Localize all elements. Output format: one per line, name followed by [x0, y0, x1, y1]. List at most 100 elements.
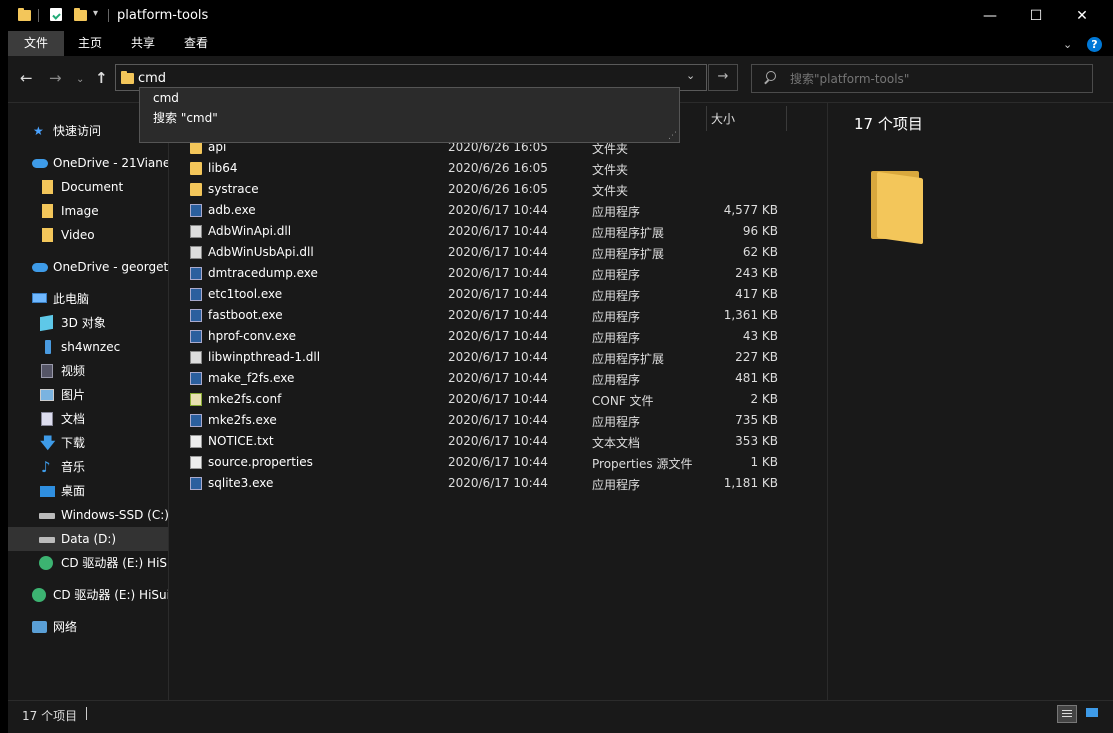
file-row[interactable]: lib64 2020/6/26 16:05 文件夹	[169, 158, 827, 179]
address-input[interactable]	[138, 69, 678, 87]
sidebar-item-drive-d[interactable]: Data (D:)	[8, 527, 168, 551]
new-folder-icon[interactable]	[74, 8, 87, 21]
go-button[interactable]: →	[708, 64, 738, 91]
dll-icon	[190, 246, 202, 259]
search-box[interactable]	[751, 64, 1093, 93]
minimize-button[interactable]: —	[967, 0, 1013, 31]
sidebar-item-music[interactable]: ♪ 音乐	[8, 455, 168, 479]
folder-icon	[42, 228, 53, 242]
download-icon: 🡇	[40, 434, 56, 452]
sidebar-item-document[interactable]: Document	[8, 175, 168, 199]
tab-file[interactable]: 文件	[8, 31, 64, 56]
column-divider[interactable]	[706, 106, 707, 131]
star-icon: ★	[33, 124, 44, 138]
large-icons-view-icon[interactable]	[1083, 705, 1103, 723]
sidebar-item-documents[interactable]: 文档	[8, 407, 168, 431]
qat-dropdown-icon[interactable]: ▾	[93, 8, 98, 19]
column-divider[interactable]	[786, 106, 787, 131]
address-folder-icon	[121, 71, 134, 84]
forward-arrow-icon[interactable]: →	[49, 70, 62, 86]
column-header-size[interactable]: 大小	[711, 106, 735, 132]
recent-locations-icon[interactable]: ⌄	[76, 72, 84, 88]
file-type: 应用程序扩展	[592, 226, 665, 240]
cd-icon	[39, 556, 53, 570]
file-name: AdbWinUsbApi.dll	[208, 245, 314, 259]
search-input[interactable]	[790, 70, 1080, 88]
file-date: 2020/6/17 10:44	[448, 308, 548, 322]
resize-grip-icon[interactable]: ⋰	[668, 131, 677, 141]
file-row[interactable]: sqlite3.exe 2020/6/17 10:44 应用程序 1,181 KB	[169, 473, 827, 494]
up-arrow-icon[interactable]: ↑	[95, 70, 108, 86]
conf-icon	[190, 393, 202, 406]
file-date: 2020/6/17 10:44	[448, 203, 548, 217]
file-name: AdbWinApi.dll	[208, 224, 292, 238]
file-row[interactable]: libwinpthread-1.dll 2020/6/17 10:44 应用程序扩展…	[169, 347, 827, 368]
file-row[interactable]: systrace 2020/6/26 16:05 文件夹	[169, 179, 827, 200]
file-row[interactable]: fastboot.exe 2020/6/17 10:44 应用程序 1,361 KB	[169, 305, 827, 326]
status-divider	[86, 707, 87, 720]
sidebar-item-video[interactable]: Video	[8, 223, 168, 247]
close-button[interactable]: ✕	[1059, 0, 1105, 31]
file-name: systrace	[208, 182, 259, 196]
exe-icon	[190, 267, 202, 280]
autocomplete-item[interactable]: cmd	[153, 91, 179, 105]
details-view-icon[interactable]	[1057, 705, 1077, 723]
file-row[interactable]: AdbWinApi.dll 2020/6/17 10:44 应用程序扩展 96 KB	[169, 221, 827, 242]
file-row[interactable]: mke2fs.exe 2020/6/17 10:44 应用程序 735 KB	[169, 410, 827, 431]
pc-icon	[32, 293, 47, 303]
sidebar-item-onedrive-21vianet[interactable]: OneDrive - 21Vianet	[8, 151, 168, 175]
tab-share[interactable]: 共享	[116, 31, 170, 56]
file-type: 文本文档	[592, 436, 641, 450]
file-row[interactable]: source.properties 2020/6/17 10:44 Properti…	[169, 452, 827, 473]
tab-home[interactable]: 主页	[64, 31, 116, 56]
file-name: sqlite3.exe	[208, 476, 274, 490]
ribbon-expand-icon[interactable]: ⌄	[1063, 38, 1072, 51]
address-dropdown-icon[interactable]: ⌄	[686, 69, 695, 82]
sidebar-item-cd-drive-root[interactable]: CD 驱动器 (E:) HiSuite	[8, 583, 168, 607]
exe-icon	[190, 372, 202, 385]
explorer-window: ▾ platform-tools — ☐ ✕ 文件 主页 共享 查看 ⌄ ? ←…	[8, 0, 1113, 733]
sidebar-item-cd-drive[interactable]: CD 驱动器 (E:) HiSuite	[8, 551, 168, 575]
tab-view[interactable]: 查看	[170, 31, 222, 56]
sidebar-item-downloads[interactable]: 🡇 下载	[8, 431, 168, 455]
file-row[interactable]: hprof-conv.exe 2020/6/17 10:44 应用程序 43 KB	[169, 326, 827, 347]
sidebar-item-phone[interactable]: sh4wnzec	[8, 335, 168, 359]
maximize-button[interactable]: ☐	[1013, 0, 1059, 31]
sidebar-item-drive-c[interactable]: Windows-SSD (C:)	[8, 503, 168, 527]
file-size: 2 KB	[750, 392, 778, 406]
sidebar-item-desktop[interactable]: 桌面	[8, 479, 168, 503]
file-row[interactable]: dmtracedump.exe 2020/6/17 10:44 应用程序 243 KB	[169, 263, 827, 284]
properties-icon[interactable]	[50, 8, 62, 21]
sidebar-item-pictures[interactable]: 图片	[8, 383, 168, 407]
file-row[interactable]: AdbWinUsbApi.dll 2020/6/17 10:44 应用程序扩展 62 …	[169, 242, 827, 263]
file-type: 应用程序	[592, 478, 641, 492]
music-icon: ♪	[41, 458, 51, 476]
back-arrow-icon[interactable]: ←	[20, 70, 33, 86]
exe-icon	[190, 414, 202, 427]
file-size: 1,361 KB	[723, 308, 778, 322]
folder-icon	[42, 180, 53, 194]
autocomplete-search-item[interactable]: 搜索 "cmd"	[153, 109, 218, 126]
file-row[interactable]: make_f2fs.exe 2020/6/17 10:44 应用程序 481 KB	[169, 368, 827, 389]
dll-icon	[190, 225, 202, 238]
sidebar-item-onedrive-georgetown[interactable]: OneDrive - georgetown	[8, 255, 168, 279]
file-row[interactable]: etc1tool.exe 2020/6/17 10:44 应用程序 417 KB	[169, 284, 827, 305]
sidebar-item-image[interactable]: Image	[8, 199, 168, 223]
file-row[interactable]: NOTICE.txt 2020/6/17 10:44 文本文档 353 KB	[169, 431, 827, 452]
file-size: 1 KB	[750, 455, 778, 469]
file-size: 735 KB	[735, 413, 778, 427]
preview-pane: 17 个项目	[828, 103, 1113, 700]
sidebar-item-this-pc[interactable]: 此电脑	[8, 287, 168, 311]
file-date: 2020/6/17 10:44	[448, 413, 548, 427]
file-row[interactable]: adb.exe 2020/6/17 10:44 应用程序 4,577 KB	[169, 200, 827, 221]
file-name: hprof-conv.exe	[208, 329, 296, 343]
file-name: source.properties	[208, 455, 313, 469]
file-size: 353 KB	[735, 434, 778, 448]
folder-icon	[190, 183, 202, 196]
sidebar-item-videos[interactable]: 视频	[8, 359, 168, 383]
sidebar-item-3d-objects[interactable]: 3D 对象	[8, 311, 168, 335]
help-icon[interactable]: ?	[1087, 37, 1102, 52]
file-row[interactable]: mke2fs.conf 2020/6/17 10:44 CONF 文件 2 KB	[169, 389, 827, 410]
qat-divider	[108, 9, 109, 22]
sidebar-item-network[interactable]: 网络	[8, 615, 168, 639]
